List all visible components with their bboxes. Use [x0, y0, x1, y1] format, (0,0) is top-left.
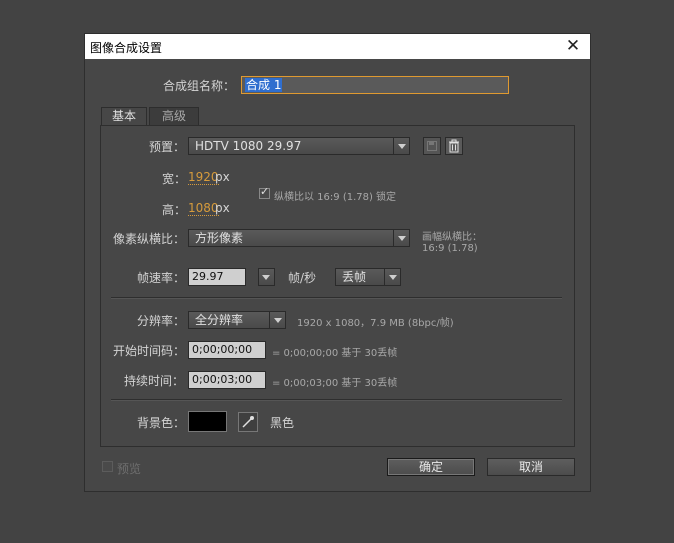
drop-frame-dropdown[interactable]: 丢帧	[335, 268, 401, 286]
drop-frame-value: 丢帧	[342, 270, 367, 284]
duration-label: 持续时间：	[124, 374, 185, 388]
ok-button[interactable]: 确定	[387, 458, 475, 476]
width-label: 宽：	[162, 172, 187, 186]
composition-name-label: 合成组名称：	[163, 79, 236, 93]
chevron-down-icon	[384, 269, 400, 285]
background-color-name: 黑色	[270, 416, 295, 430]
chevron-down-icon	[258, 269, 274, 285]
resolution-dropdown[interactable]: 全分辨率	[188, 311, 286, 329]
frame-rate-label: 帧速率：	[137, 271, 186, 285]
preset-label: 预置：	[149, 140, 186, 154]
width-value[interactable]: 1920	[188, 170, 219, 185]
tab-basic[interactable]: 基本	[101, 107, 147, 126]
composition-name-input[interactable]: 合成 1	[241, 76, 509, 94]
background-color-swatch[interactable]	[188, 411, 227, 432]
trash-icon	[449, 139, 459, 153]
eyedropper-button[interactable]	[238, 412, 258, 432]
start-timecode-label: 开始时间码：	[113, 344, 186, 358]
frame-rate-input[interactable]: 29.97	[188, 268, 246, 286]
preset-dropdown[interactable]: HDTV 1080 29.97	[188, 137, 410, 155]
frame-rate-dropdown[interactable]	[258, 268, 275, 286]
lock-aspect-checkbox[interactable]: ✓	[259, 185, 270, 199]
duration-info: = 0;00;03;00 基于 30丢帧	[272, 378, 398, 389]
resolution-info: 1920 x 1080，7.9 MB (8bpc/帧)	[297, 318, 454, 329]
height-unit: px	[215, 201, 230, 215]
dialog-title: 图像合成设置	[90, 41, 163, 55]
lock-aspect-label: 纵横比以 16:9 (1.78) 锁定	[274, 192, 397, 203]
start-timecode-input[interactable]: 0;00;00;00	[188, 341, 266, 359]
pixel-aspect-value: 方形像素	[195, 231, 244, 245]
separator	[111, 297, 562, 299]
preview-checkbox[interactable]	[102, 461, 113, 472]
eyedropper-icon	[242, 416, 254, 428]
cancel-button[interactable]: 取消	[487, 458, 575, 476]
chevron-down-icon	[393, 230, 409, 246]
background-color-label: 背景色：	[137, 416, 186, 430]
width-unit: px	[215, 170, 230, 184]
frame-aspect-value: 16:9 (1.78)	[422, 243, 478, 254]
pixel-aspect-label: 像素纵横比：	[113, 232, 186, 246]
resolution-label: 分辨率：	[137, 314, 186, 328]
composition-settings-dialog: 图像合成设置 ✕ 合成组名称： 合成 1 基本 高级 预置： HDTV 1080…	[84, 33, 591, 492]
start-timecode-info: = 0;00;00;00 基于 30丢帧	[272, 348, 398, 359]
close-icon[interactable]: ✕	[564, 37, 582, 55]
checkmark-icon: ✓	[260, 185, 270, 198]
frame-aspect-label: 画幅纵横比：	[422, 232, 482, 243]
save-preset-button[interactable]	[423, 137, 441, 155]
separator	[111, 399, 562, 401]
preset-value: HDTV 1080 29.97	[195, 139, 302, 153]
chevron-down-icon	[269, 312, 285, 328]
preview-label: 预览	[117, 462, 142, 476]
tab-advanced[interactable]: 高级	[149, 107, 199, 126]
save-icon	[427, 141, 437, 151]
height-label: 高：	[162, 203, 187, 217]
title-bar[interactable]: 图像合成设置 ✕	[85, 34, 590, 59]
frame-rate-unit: 帧/秒	[288, 271, 317, 285]
duration-input[interactable]: 0;00;03;00	[188, 371, 266, 389]
pixel-aspect-dropdown[interactable]: 方形像素	[188, 229, 410, 247]
delete-preset-button[interactable]	[445, 137, 463, 155]
chevron-down-icon	[393, 138, 409, 154]
height-value[interactable]: 1080	[188, 201, 219, 216]
resolution-value: 全分辨率	[195, 313, 244, 327]
composition-name-value: 合成 1	[245, 78, 283, 92]
